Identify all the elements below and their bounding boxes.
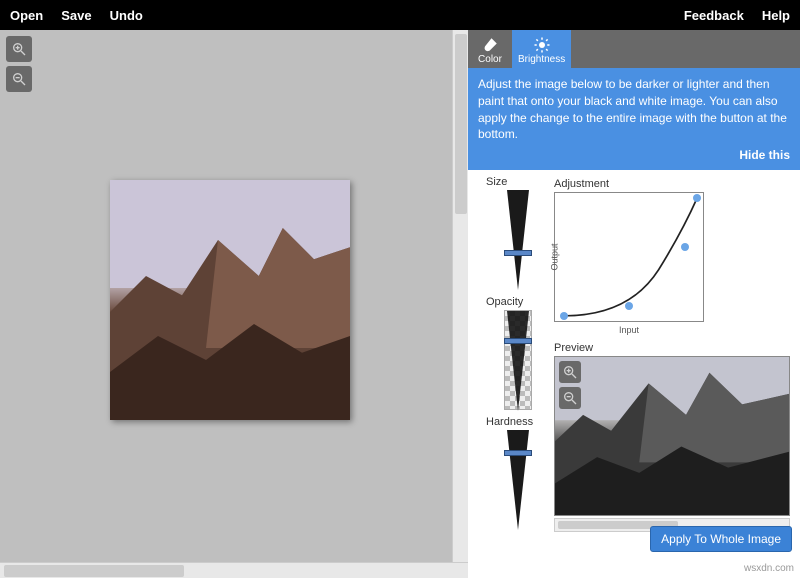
preview-zoom-in-button[interactable]	[559, 361, 581, 383]
size-slider-block: Size	[486, 176, 550, 290]
zoom-out-icon	[562, 390, 578, 406]
tab-brightness[interactable]: Brightness	[512, 30, 571, 68]
opacity-label: Opacity	[486, 296, 550, 308]
hide-this-link[interactable]: Hide this	[478, 143, 790, 164]
opacity-slider-block: Opacity	[486, 296, 550, 410]
hardness-slider-block: Hardness	[486, 416, 550, 530]
menu-feedback[interactable]: Feedback	[684, 8, 744, 23]
brightness-icon	[533, 36, 551, 54]
hardness-slider-handle[interactable]	[504, 450, 532, 456]
size-label: Size	[486, 176, 550, 188]
curve-point-1[interactable]	[625, 302, 633, 310]
menu-save[interactable]: Save	[61, 8, 91, 23]
preview-image	[554, 356, 790, 516]
curve-x-axis-label: Input	[619, 325, 639, 335]
brush-icon	[481, 36, 499, 54]
side-panel: Color Brightness Adjust the image below …	[468, 30, 800, 578]
canvas-area	[0, 30, 468, 578]
menu-open[interactable]: Open	[10, 8, 43, 23]
main-canvas-image[interactable]	[110, 180, 350, 420]
sepia-mountain-graphic	[110, 180, 350, 420]
size-slider-handle[interactable]	[504, 250, 532, 256]
size-slider[interactable]	[504, 190, 532, 290]
curve-editor[interactable]: Output Input	[554, 192, 704, 322]
canvas-scrollbar-vertical[interactable]	[452, 30, 468, 562]
info-box: Adjust the image below to be darker or l…	[468, 68, 800, 170]
menu-left: Open Save Undo	[10, 8, 143, 23]
menu-help[interactable]: Help	[762, 8, 790, 23]
apply-whole-image-button[interactable]: Apply To Whole Image	[650, 526, 792, 552]
canvas-zoom-tools	[6, 36, 32, 92]
hardness-label: Hardness	[486, 416, 550, 428]
hardness-slider[interactable]	[504, 430, 532, 530]
preview-zoom-out-button[interactable]	[559, 387, 581, 409]
preview-label: Preview	[554, 342, 790, 354]
tab-brightness-label: Brightness	[518, 54, 565, 65]
menu-undo[interactable]: Undo	[110, 8, 143, 23]
curve-point-2[interactable]	[681, 243, 689, 251]
curve-point-0[interactable]	[560, 312, 568, 320]
opacity-slider[interactable]	[504, 310, 532, 410]
menu-right: Feedback Help	[684, 8, 790, 23]
adjustment-block: Adjustment Output Input	[554, 178, 704, 322]
watermark-text: wsxdn.com	[744, 563, 794, 574]
curve-point-3[interactable]	[693, 194, 701, 202]
opacity-slider-handle[interactable]	[504, 338, 532, 344]
zoom-in-icon	[11, 41, 27, 57]
top-menu-bar: Open Save Undo Feedback Help	[0, 0, 800, 30]
controls-area: Size Opacity Hardness	[468, 170, 800, 578]
preview-mountain-graphic	[555, 357, 789, 515]
zoom-out-icon	[11, 71, 27, 87]
zoom-out-button[interactable]	[6, 66, 32, 92]
info-text: Adjust the image below to be darker or l…	[478, 76, 790, 143]
panel-tabs: Color Brightness	[468, 30, 800, 68]
zoom-in-button[interactable]	[6, 36, 32, 62]
zoom-in-icon	[562, 364, 578, 380]
adjustment-label: Adjustment	[554, 178, 704, 190]
tab-color[interactable]: Color	[468, 30, 512, 68]
tab-color-label: Color	[478, 54, 502, 65]
canvas-scrollbar-horizontal[interactable]	[0, 562, 468, 578]
preview-block: Preview	[554, 342, 790, 516]
